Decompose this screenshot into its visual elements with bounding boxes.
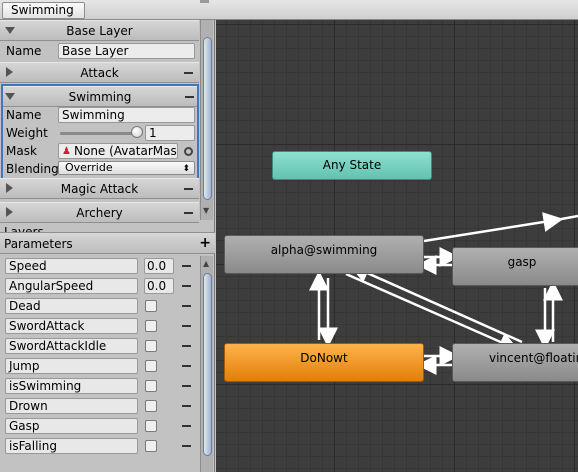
dropdown-arrow-icon: ⬍ (182, 164, 190, 174)
layer-title: Archery (76, 206, 123, 220)
remove-layer-button[interactable] (184, 188, 193, 190)
layer-title: Swimming (68, 90, 132, 104)
parameter-name-field[interactable]: Drown (5, 398, 138, 414)
parameters-scrollbar[interactable]: ▲ (200, 256, 213, 472)
state-label: DoNowt (300, 351, 348, 365)
transition-arrow[interactable] (555, 214, 578, 222)
left-panel: Base Layer Name Base Layer Attack Swimmi… (0, 20, 215, 472)
parameter-row: isFalling (0, 436, 199, 456)
parameter-checkbox[interactable] (145, 400, 157, 412)
base-layer-name-field[interactable]: Base Layer (58, 43, 195, 59)
parameter-name-field[interactable]: Gasp (5, 418, 138, 434)
parameter-row: SwordAttack (0, 316, 199, 336)
state-label: Any State (322, 158, 382, 172)
parameter-value-field[interactable]: 0.0 (144, 278, 174, 294)
breadcrumb-bar: Swimming (0, 0, 578, 20)
parameter-row: SwordAttackIdle (0, 336, 199, 356)
parameter-name-field[interactable]: SwordAttack (5, 318, 138, 334)
remove-parameter-button[interactable] (182, 405, 191, 407)
remove-layer-button[interactable] (184, 212, 193, 214)
parameter-name-field[interactable]: isFalling (5, 438, 138, 454)
layer-header-archery[interactable]: Archery (0, 202, 199, 223)
state-label: vincent@floating (489, 351, 578, 365)
state-gasp[interactable]: gasp (452, 247, 578, 286)
parameter-checkbox[interactable] (145, 340, 157, 352)
state-label: alpha@swimming (270, 243, 378, 257)
layer-title: Base Layer (66, 24, 133, 38)
state-alpha-swimming[interactable]: alpha@swimming (224, 235, 424, 274)
layer-header-attack[interactable]: Attack (0, 62, 199, 83)
layer-title: Attack (80, 66, 119, 80)
remove-parameter-button[interactable] (182, 285, 191, 287)
weight-slider-knob[interactable] (131, 126, 143, 138)
layer-title: Magic Attack (60, 182, 139, 196)
remove-parameter-button[interactable] (182, 345, 191, 347)
parameter-checkbox[interactable] (145, 300, 157, 312)
transition-arrow[interactable] (423, 212, 564, 243)
parameter-row: Gasp (0, 416, 199, 436)
object-picker-icon[interactable] (184, 147, 193, 156)
name-label: Name (6, 44, 42, 58)
blending-value: Override (65, 161, 113, 174)
breadcrumb-swimming[interactable]: Swimming (2, 2, 85, 19)
remove-layer-button[interactable] (185, 96, 194, 98)
state-vincent-floating[interactable]: vincent@floating (452, 343, 578, 382)
add-parameter-button[interactable]: + (199, 236, 211, 250)
parameter-checkbox[interactable] (145, 420, 157, 432)
blending-label: Blending (6, 162, 59, 176)
parameter-name-field[interactable]: Dead (5, 298, 138, 314)
scroll-up-arrow-icon[interactable]: ▲ (203, 259, 209, 268)
weight-value-field[interactable]: 1 (145, 125, 195, 141)
state-any-state[interactable]: Any State (272, 151, 432, 180)
parameter-value-field[interactable]: 0.0 (144, 258, 174, 274)
parameter-row: Drown (0, 396, 199, 416)
name-label: Name (6, 108, 42, 122)
parameter-row: AngularSpeed 0.0 (0, 276, 199, 296)
weight-label: Weight (6, 126, 48, 140)
layers-scrollbar[interactable]: ▼ (200, 20, 213, 220)
mask-field[interactable]: ♟ None (AvatarMask) (58, 143, 178, 159)
parameter-checkbox[interactable] (145, 380, 157, 392)
remove-parameter-button[interactable] (182, 445, 191, 447)
parameter-row: Dead (0, 296, 199, 316)
layer-header-swimming[interactable]: Swimming (3, 86, 197, 107)
avatar-mask-icon: ♟ (62, 146, 71, 157)
remove-parameter-button[interactable] (182, 425, 191, 427)
parameters-scrollbar-thumb[interactable] (203, 273, 212, 456)
parameter-row: isSwimming (0, 376, 199, 396)
layer-header-base[interactable]: Base Layer (0, 20, 199, 41)
parameter-checkbox[interactable] (145, 320, 157, 332)
remove-parameter-button[interactable] (182, 325, 191, 327)
remove-parameter-button[interactable] (182, 365, 191, 367)
blending-dropdown[interactable]: Override ⬍ (58, 161, 195, 175)
swimming-name-field[interactable]: Swimming (58, 107, 195, 123)
parameter-name-field[interactable]: Speed (5, 258, 138, 274)
parameters-header: Parameters + (0, 232, 215, 254)
state-label: gasp (507, 255, 537, 269)
parameter-checkbox[interactable] (145, 360, 157, 372)
breadcrumb-divider (200, 0, 209, 3)
weight-slider-track[interactable] (60, 132, 138, 135)
remove-layer-button[interactable] (184, 72, 193, 74)
parameters-title: Parameters (4, 237, 73, 251)
layer-header-magic-attack[interactable]: Magic Attack (0, 178, 199, 199)
parameter-row: Jump (0, 356, 199, 376)
scroll-down-arrow-icon[interactable]: ▼ (203, 206, 209, 215)
state-donowt-default[interactable]: DoNowt (224, 343, 424, 382)
parameter-name-field[interactable]: isSwimming (5, 378, 138, 394)
remove-parameter-button[interactable] (182, 385, 191, 387)
state-machine-graph[interactable]: Any State alpha@swimming gasp DoNowt vin… (216, 20, 578, 472)
parameter-checkbox[interactable] (145, 440, 157, 452)
parameter-name-field[interactable]: SwordAttackIdle (5, 338, 138, 354)
remove-parameter-button[interactable] (182, 305, 191, 307)
mask-label: Mask (6, 144, 37, 158)
remove-parameter-button[interactable] (182, 265, 191, 267)
layers-scrollbar-thumb[interactable] (203, 37, 212, 200)
parameter-row: Speed 0.0 (0, 256, 199, 276)
parameter-name-field[interactable]: Jump (5, 358, 138, 374)
mask-value: None (AvatarMask) (74, 144, 178, 158)
parameter-name-field[interactable]: AngularSpeed (5, 278, 138, 294)
